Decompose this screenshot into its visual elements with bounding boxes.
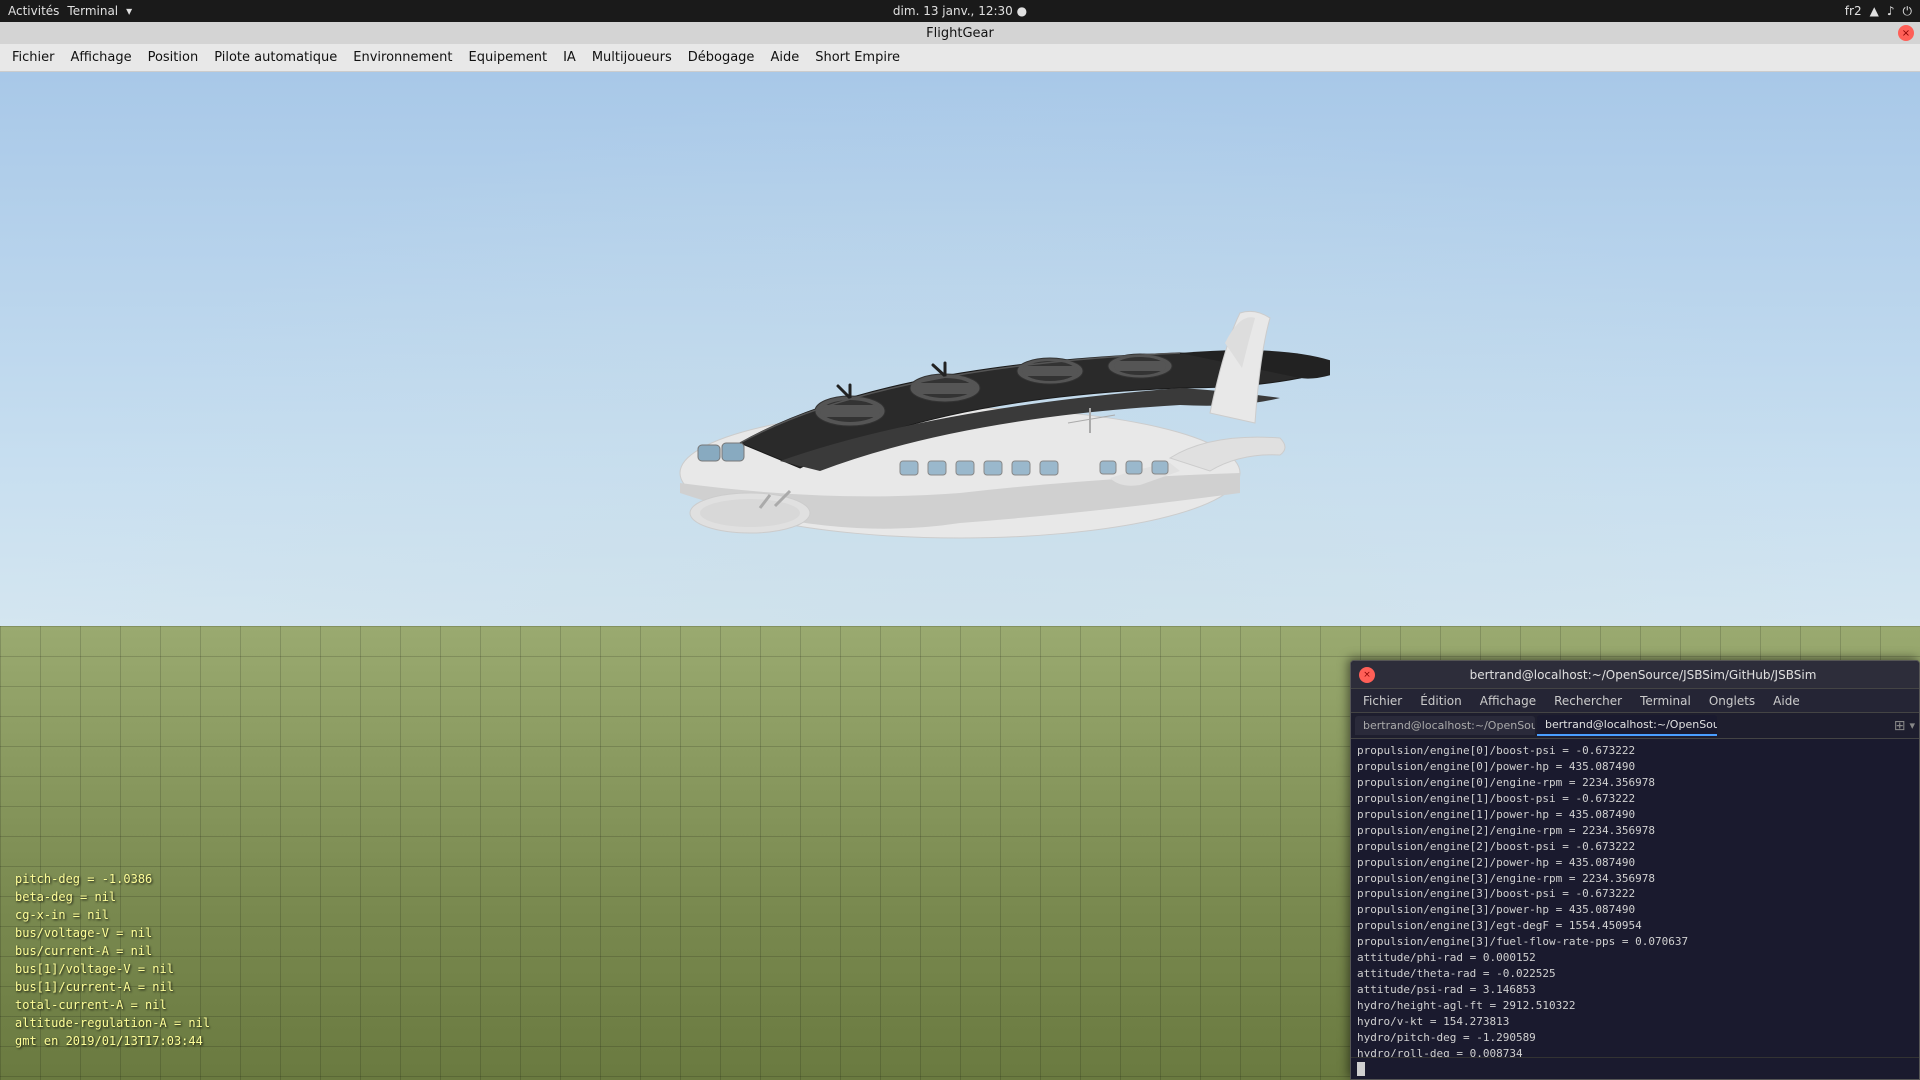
terminal-line: propulsion/engine[3]/engine-rpm = 2234.3… — [1357, 871, 1913, 887]
menu-multijoueurs[interactable]: Multijoueurs — [584, 46, 680, 69]
terminal-new-tab-icon[interactable]: ⊞ — [1894, 718, 1906, 734]
terminal-input-line[interactable] — [1351, 1057, 1919, 1079]
flightgear-menubar: Fichier Affichage Position Pilote automa… — [0, 44, 1920, 72]
terminal-title: bertrand@localhost:~/OpenSource/JSBSim/G… — [1375, 668, 1911, 682]
menu-short-empire[interactable]: Short Empire — [807, 46, 908, 69]
hud-line: bus[1]/current-A = nil — [15, 978, 210, 996]
terminal-line: propulsion/engine[0]/engine-rpm = 2234.3… — [1357, 775, 1913, 791]
terminal-menu-edition[interactable]: Édition — [1412, 692, 1470, 710]
terminal-menu-fichier[interactable]: Fichier — [1355, 692, 1410, 710]
system-lang: fr2 — [1845, 4, 1862, 18]
power-icon: ⏻ — [1903, 4, 1913, 19]
flightgear-titlebar: FlightGear × — [0, 22, 1920, 44]
terminal-line: propulsion/engine[3]/power-hp = 435.0874… — [1357, 902, 1913, 918]
terminal-close-btn[interactable]: × — [1359, 667, 1375, 683]
terminal-line: hydro/pitch-deg = -1.290589 — [1357, 1030, 1913, 1046]
wifi-icon: ▲ — [1870, 4, 1879, 18]
terminal-menu-onglets[interactable]: Onglets — [1701, 692, 1763, 710]
menu-position[interactable]: Position — [140, 46, 207, 69]
terminal-tab-actions: ⊞ ▾ — [1894, 718, 1915, 734]
terminal-tab-2-label: bertrand@localhost:~/OpenSource/J... — [1545, 718, 1717, 731]
menu-debogage[interactable]: Débogage — [680, 46, 763, 69]
hud-line: bus[1]/voltage-V = nil — [15, 960, 210, 978]
terminal-tabs: bertrand@localhost:~/OpenSource/Fl... × … — [1351, 713, 1919, 739]
terminal-menu-affichage[interactable]: Affichage — [1472, 692, 1544, 710]
sound-icon: ♪ — [1887, 4, 1895, 18]
terminal-line: propulsion/engine[0]/power-hp = 435.0874… — [1357, 759, 1913, 775]
flightgear-window: FlightGear × Fichier Affichage Position … — [0, 22, 1920, 1080]
terminal-menubar: Fichier Édition Affichage Rechercher Ter… — [1351, 689, 1919, 713]
terminal-line: attitude/theta-rad = -0.022525 — [1357, 966, 1913, 982]
terminal-titlebar: × bertrand@localhost:~/OpenSource/JSBSim… — [1351, 661, 1919, 689]
terminal-cursor — [1357, 1062, 1365, 1076]
terminal-line: propulsion/engine[0]/boost-psi = -0.6732… — [1357, 743, 1913, 759]
terminal-line: hydro/height-agl-ft = 2912.510322 — [1357, 998, 1913, 1014]
terminal-line: propulsion/engine[2]/boost-psi = -0.6732… — [1357, 839, 1913, 855]
menu-pilote-automatique[interactable]: Pilote automatique — [206, 46, 345, 69]
menu-aide[interactable]: Aide — [762, 46, 807, 69]
activities-button[interactable]: Activités — [8, 4, 59, 18]
terminal-line: hydro/roll-deg = 0.008734 — [1357, 1046, 1913, 1057]
terminal-line: hydro/v-kt = 154.273813 — [1357, 1014, 1913, 1030]
terminal-menu-rechercher[interactable]: Rechercher — [1546, 692, 1630, 710]
terminal-tab-dropdown-icon[interactable]: ▾ — [1909, 719, 1915, 732]
flightgear-title: FlightGear — [926, 26, 994, 41]
flightgear-close-button[interactable]: × — [1898, 25, 1914, 41]
hud-line: bus/voltage-V = nil — [15, 924, 210, 942]
menu-ia[interactable]: IA — [555, 46, 584, 69]
terminal-tab-2[interactable]: bertrand@localhost:~/OpenSource/J... × — [1537, 715, 1717, 736]
menu-affichage[interactable]: Affichage — [63, 46, 140, 69]
terminal-line: propulsion/engine[3]/egt-degF = 1554.450… — [1357, 918, 1913, 934]
menu-equipement[interactable]: Equipement — [461, 46, 556, 69]
system-datetime: dim. 13 janv., 12:30 ● — [893, 4, 1027, 18]
hud-line: altitude-regulation-A = nil — [15, 1014, 210, 1032]
system-bar: Activités Terminal ▾ dim. 13 janv., 12:3… — [0, 0, 1920, 22]
terminal-window: × bertrand@localhost:~/OpenSource/JSBSim… — [1350, 660, 1920, 1080]
terminal-tab-1-label: bertrand@localhost:~/OpenSource/Fl... — [1363, 719, 1535, 732]
terminal-line: propulsion/engine[2]/engine-rpm = 2234.3… — [1357, 823, 1913, 839]
hud-overlay: pitch-deg = -1.0386 beta-deg = nil cg-x-… — [15, 870, 210, 1050]
menu-fichier[interactable]: Fichier — [4, 46, 63, 69]
aircraft-model — [480, 223, 1330, 623]
terminal-menu-terminal[interactable]: Terminal — [1632, 692, 1699, 710]
terminal-content[interactable]: propulsion/engine[0]/boost-psi = -0.6732… — [1351, 739, 1919, 1057]
terminal-tab-1[interactable]: bertrand@localhost:~/OpenSource/Fl... × — [1355, 716, 1535, 735]
menu-environnement[interactable]: Environnement — [345, 46, 460, 69]
hud-line: gmt en 2019/01/13T17:03:44 — [15, 1032, 210, 1050]
terminal-dropdown-arrow[interactable]: ▾ — [126, 4, 132, 18]
hud-line: total-current-A = nil — [15, 996, 210, 1014]
terminal-line: propulsion/engine[2]/power-hp = 435.0874… — [1357, 855, 1913, 871]
terminal-line: propulsion/engine[3]/boost-psi = -0.6732… — [1357, 886, 1913, 902]
terminal-menu-aide[interactable]: Aide — [1765, 692, 1808, 710]
terminal-line: propulsion/engine[1]/power-hp = 435.0874… — [1357, 807, 1913, 823]
hud-line: cg-x-in = nil — [15, 906, 210, 924]
hud-line: bus/current-A = nil — [15, 942, 210, 960]
hud-line: beta-deg = nil — [15, 888, 210, 906]
terminal-line: propulsion/engine[3]/fuel-flow-rate-pps … — [1357, 934, 1913, 950]
terminal-line: attitude/psi-rad = 3.146853 — [1357, 982, 1913, 998]
terminal-line: attitude/phi-rad = 0.000152 — [1357, 950, 1913, 966]
terminal-line: propulsion/engine[1]/boost-psi = -0.6732… — [1357, 791, 1913, 807]
hud-line: pitch-deg = -1.0386 — [15, 870, 210, 888]
terminal-app-button[interactable]: Terminal — [67, 4, 118, 18]
